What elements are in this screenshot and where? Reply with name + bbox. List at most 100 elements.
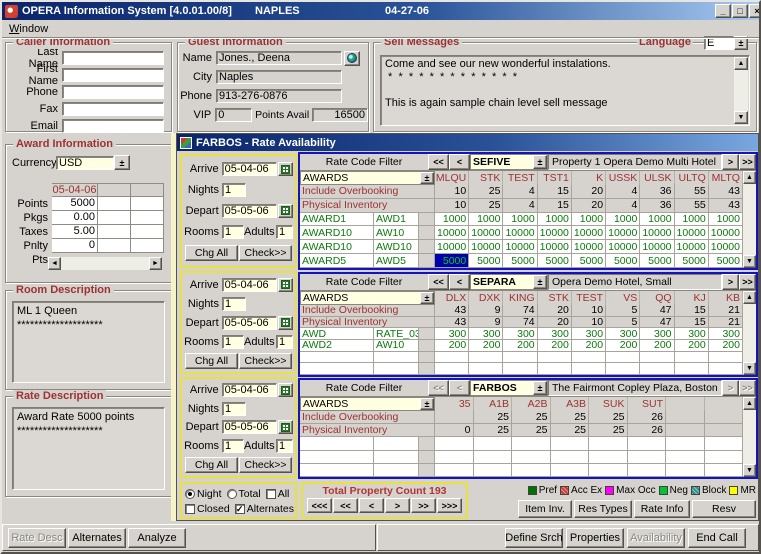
page-next-button[interactable]: > — [385, 498, 410, 513]
property-first-button[interactable]: << — [428, 380, 449, 396]
item-inv--button[interactable]: Item Inv. — [518, 500, 572, 518]
rate-cell[interactable]: 10000 — [675, 240, 709, 254]
rate-cell[interactable]: 300 — [709, 328, 743, 340]
sell-scrollbar[interactable]: ▲ ▼ — [734, 57, 748, 124]
caller-email-input[interactable] — [62, 119, 164, 133]
dropdown-icon[interactable]: ± — [533, 275, 547, 289]
dropdown-icon[interactable]: ± — [533, 155, 547, 169]
page-first-button[interactable]: <<< — [307, 498, 332, 513]
points-avail-field[interactable]: 16500 — [312, 108, 368, 122]
rate-cell[interactable]: 10000 — [640, 226, 674, 240]
page-last-button[interactable]: >>> — [437, 498, 462, 513]
rate-cell[interactable]: 10000 — [572, 226, 606, 240]
properties-button[interactable]: Properties — [566, 528, 624, 548]
rate-cell[interactable]: 10000 — [675, 226, 709, 240]
dropdown-icon[interactable]: ± — [420, 292, 434, 304]
total-radio[interactable] — [227, 489, 237, 499]
nights-input[interactable]: 1 — [222, 183, 246, 197]
caller-first-name-input[interactable] — [62, 68, 164, 82]
arrive-date-input[interactable]: 05-04-06 — [222, 162, 277, 176]
rate-cell[interactable]: 10000 — [572, 240, 606, 254]
guest-phone-field[interactable]: 913-276-0876 — [216, 89, 342, 103]
dropdown-icon[interactable]: ± — [734, 36, 748, 50]
rate-cell[interactable]: 200 — [469, 340, 503, 352]
rate-cell[interactable]: 10000 — [469, 240, 503, 254]
profile-search-button[interactable] — [344, 51, 360, 66]
rate-cell[interactable]: 1000 — [469, 213, 503, 227]
page-prev-button[interactable]: < — [359, 498, 384, 513]
property-first-button[interactable]: << — [428, 274, 449, 290]
scroll-up-icon[interactable]: ▲ — [734, 57, 748, 70]
calendar-button[interactable] — [278, 278, 293, 292]
rate-cell[interactable]: 1000 — [538, 213, 572, 227]
check-button[interactable]: Check>> — [239, 353, 292, 369]
rate-cell[interactable]: 200 — [435, 340, 469, 352]
chg-all-button[interactable]: Chg All — [185, 245, 238, 261]
rate-cell[interactable]: 10000 — [606, 240, 640, 254]
page-fastnext-button[interactable]: >> — [411, 498, 436, 513]
maximize-button[interactable]: □ — [732, 4, 748, 18]
rate-cell[interactable]: 10000 — [538, 226, 572, 240]
rate-code[interactable]: AWARD1 — [300, 213, 374, 227]
sell-message-text[interactable]: Come and see our new wonderful instalati… — [380, 55, 750, 126]
analyze-button[interactable]: Analyze — [128, 528, 186, 548]
property-prev-button[interactable]: < — [449, 380, 470, 396]
rate-cell[interactable]: 200 — [675, 340, 709, 352]
rate-cell[interactable]: 10000 — [709, 226, 743, 240]
property-last-button[interactable]: >> — [739, 274, 756, 290]
rate-cell[interactable]: 5000 — [606, 254, 640, 268]
arrive-date-input[interactable]: 05-04-06 — [222, 278, 277, 292]
scroll-up-icon[interactable]: ▲ — [743, 171, 756, 184]
closed-checkbox[interactable] — [185, 504, 195, 514]
rate-cell[interactable]: 1000 — [572, 213, 606, 227]
rate-cell[interactable]: 10000 — [606, 226, 640, 240]
chg-all-button[interactable]: Chg All — [185, 457, 238, 473]
scroll-up-icon[interactable]: ▲ — [743, 291, 756, 304]
rate-cell[interactable]: 1000 — [675, 213, 709, 227]
rate-cell[interactable]: 10000 — [435, 226, 469, 240]
page-fastprev-button[interactable]: << — [333, 498, 358, 513]
rate-cell[interactable]: 5000 — [538, 254, 572, 268]
dropdown-icon[interactable]: ± — [533, 381, 547, 395]
rate-cell[interactable]: 300 — [572, 328, 606, 340]
rate-cell[interactable]: 10000 — [538, 240, 572, 254]
caller-phone-input[interactable] — [62, 85, 164, 99]
rate-cell[interactable]: 5000 — [572, 254, 606, 268]
rate-cell[interactable]: 10000 — [435, 240, 469, 254]
rate-cell[interactable]: 200 — [606, 340, 640, 352]
rate-code[interactable]: AWD — [300, 328, 374, 340]
award-horizontal-scrollbar[interactable]: ◄ ► — [48, 257, 162, 270]
rooms-input[interactable]: 1 — [222, 335, 244, 349]
rate-cell[interactable]: 300 — [606, 328, 640, 340]
rate-cell[interactable]: 10000 — [469, 226, 503, 240]
menu-window[interactable]: Window — [2, 21, 55, 37]
caller-last-name-input[interactable] — [62, 51, 164, 65]
guest-city-field[interactable]: Naples — [216, 70, 342, 84]
rate-cell[interactable]: 5000 — [675, 254, 709, 268]
calendar-button[interactable] — [278, 162, 293, 176]
dropdown-icon[interactable]: ± — [420, 398, 434, 410]
guest-name-field[interactable]: Jones., Deena — [216, 51, 342, 65]
rate-cell[interactable]: 1000 — [709, 213, 743, 227]
rate-cell[interactable]: 300 — [503, 328, 537, 340]
property-code-select[interactable]: SEPARA± — [470, 274, 548, 290]
all-checkbox[interactable] — [266, 489, 276, 499]
rate-cell[interactable]: 200 — [538, 340, 572, 352]
rate-code[interactable]: AWARD10 — [300, 240, 374, 254]
minimize-button[interactable]: _ — [715, 4, 731, 18]
rate-cell[interactable]: 1000 — [640, 213, 674, 227]
property-prev-button[interactable]: < — [449, 274, 470, 290]
rate-cell[interactable]: 200 — [709, 340, 743, 352]
resv-button[interactable]: Resv — [692, 500, 756, 518]
chg-all-button[interactable]: Chg All — [185, 353, 238, 369]
property-code-select[interactable]: SEFIVE± — [470, 154, 548, 170]
scroll-down-icon[interactable]: ▼ — [734, 111, 748, 124]
rooms-input[interactable]: 1 — [222, 439, 244, 453]
rate-cell[interactable]: 300 — [675, 328, 709, 340]
close-button[interactable]: × — [749, 4, 759, 18]
res-types-button[interactable]: Res Types — [574, 500, 632, 518]
adults-input[interactable]: 1 — [276, 335, 293, 349]
rate-cell[interactable]: 10000 — [709, 240, 743, 254]
scrollbar-track[interactable] — [734, 70, 748, 111]
rate-code[interactable]: AWD2 — [300, 340, 374, 352]
